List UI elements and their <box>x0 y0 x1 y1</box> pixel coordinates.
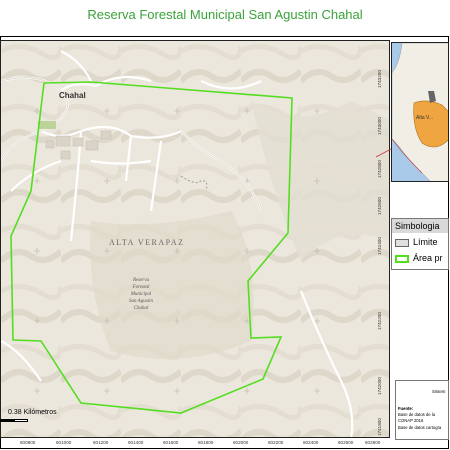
scale-bar-segment <box>14 419 28 422</box>
credits-panel: Sistem Fuente: Base de datos de la CONAP… <box>395 380 449 440</box>
inset-region-label: Alta V... <box>416 115 434 121</box>
credits-line: Base de datos de la <box>398 412 436 417</box>
inset-map[interactable]: Alta V... <box>391 42 449 182</box>
map-svg <box>1 41 389 437</box>
reserve-label-line: Chahal <box>133 306 149 311</box>
legend-item-label: Área pr <box>413 253 443 263</box>
reserve-label-line: Municipal <box>130 292 152 297</box>
credits-line: CONAP 2016 <box>398 418 424 423</box>
reserve-label-line: Forestal <box>132 285 150 290</box>
scale-bar <box>0 419 14 422</box>
coord-bottom-label: 601000 <box>56 440 72 445</box>
park-area <box>38 121 56 129</box>
region-label: ALTA VERAPAZ <box>109 238 185 247</box>
coord-bottom-label: 601800 <box>198 440 214 445</box>
legend-item: Área pr <box>395 252 443 264</box>
coord-right-label: 1742600 <box>377 197 382 215</box>
coord-right-label: 1742400 <box>377 237 382 255</box>
legend-swatch-boundary <box>395 238 409 247</box>
coord-right-label: 1743000 <box>377 117 382 135</box>
legend-swatch-protected-area <box>395 254 409 263</box>
coord-bottom-label: 602400 <box>303 440 319 445</box>
coord-bottom-label: 600800 <box>20 440 36 445</box>
map-canvas[interactable]: Chahal ALTA VERAPAZ Reserva Forestal Mun… <box>0 40 390 438</box>
legend-item: Límite <box>395 236 438 248</box>
reserve-label: Reserva Forestal Municipal San Agustin C… <box>119 277 163 312</box>
coord-right-label: 1741800 <box>377 418 382 436</box>
legend-item-label: Límite <box>413 237 438 247</box>
coord-bottom-label: 602000 <box>233 440 249 445</box>
coord-right-label: 1742800 <box>377 160 382 178</box>
credits-line: Fuente: <box>398 406 414 411</box>
coord-bottom-label: 601400 <box>128 440 144 445</box>
legend-header: Simbologia <box>392 219 448 233</box>
coord-bottom-label: 601200 <box>93 440 109 445</box>
inset-connector <box>376 148 392 158</box>
coord-right-label: 1742200 <box>377 312 382 330</box>
credits-line: Base de datos cartogra <box>398 425 442 430</box>
credits-heading: Sistem <box>432 389 446 394</box>
reserve-label-line: San Agustin <box>129 299 153 304</box>
legend-panel: Simbologia Límite Área pr <box>391 218 449 270</box>
coord-bottom-label: 602800 <box>365 440 381 445</box>
scale-label: 0.38 Kilómetros <box>8 409 57 416</box>
coord-right-label: 1743200 <box>377 70 382 88</box>
reserve-label-line: Reserva <box>132 278 150 283</box>
coord-bottom-label: 602600 <box>338 440 354 445</box>
coord-bottom-label: 602200 <box>268 440 284 445</box>
map-title: Reserva Forestal Municipal San Agustin C… <box>87 7 363 22</box>
coord-right-label: 1742000 <box>377 377 382 395</box>
place-label-chahal: Chahal <box>59 91 86 100</box>
terrain-plateau <box>90 211 254 359</box>
coord-bottom-label: 601600 <box>163 440 179 445</box>
inset-svg <box>392 43 448 181</box>
